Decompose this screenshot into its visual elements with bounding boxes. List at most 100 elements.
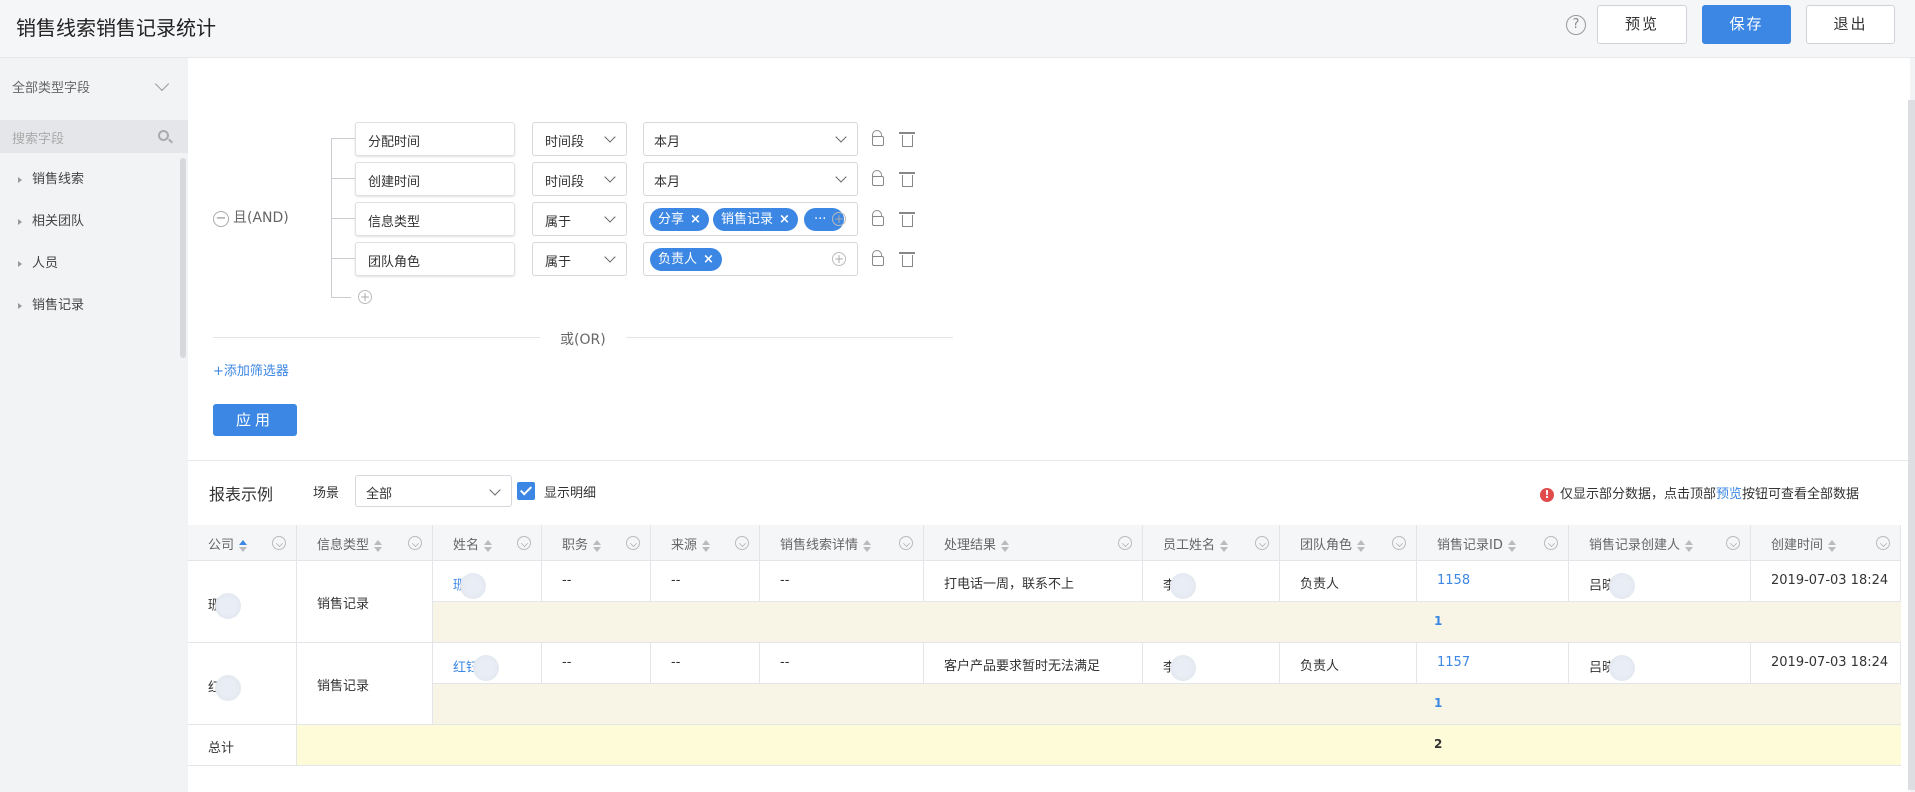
unlock-icon[interactable] xyxy=(872,250,884,266)
sort-icon[interactable] xyxy=(1220,539,1229,552)
col-header-role[interactable]: 团队角色 xyxy=(1280,525,1417,561)
sidebar-item-people[interactable]: 人员 xyxy=(18,252,58,271)
record-id-link[interactable]: 1158 xyxy=(1437,573,1470,588)
scene-select[interactable]: 全部 xyxy=(355,475,512,507)
subtotal-value[interactable]: 1 xyxy=(1434,614,1442,628)
col-header-record-id[interactable]: 销售记录ID xyxy=(1417,525,1569,561)
col-header-source[interactable]: 来源 xyxy=(651,525,760,561)
show-detail-checkbox[interactable] xyxy=(517,482,535,500)
cell-name[interactable]: 红钰 xyxy=(433,643,542,684)
column-menu-icon[interactable] xyxy=(1876,536,1890,550)
sort-icon[interactable] xyxy=(1357,539,1366,552)
sort-icon[interactable] xyxy=(1685,539,1694,552)
unlock-icon[interactable] xyxy=(872,210,884,226)
condition-value[interactable]: 本月 xyxy=(643,122,858,156)
trash-icon[interactable] xyxy=(899,252,915,267)
add-circle-icon[interactable]: + xyxy=(832,212,846,226)
help-icon[interactable]: ? xyxy=(1566,15,1586,35)
close-icon[interactable]: × xyxy=(779,212,790,227)
sort-icon[interactable] xyxy=(374,539,383,552)
condition-operator[interactable]: 属于 xyxy=(532,202,627,236)
notice-preview-link[interactable]: 预览 xyxy=(1716,487,1742,502)
sidebar-item-leads[interactable]: 销售线索 xyxy=(18,168,84,187)
apply-button[interactable]: 应用 xyxy=(213,404,297,436)
condition-operator[interactable]: 时间段 xyxy=(532,162,627,196)
sort-icon[interactable] xyxy=(1507,539,1516,552)
add-filter-link[interactable]: +添加筛选器 xyxy=(213,360,289,379)
sort-icon[interactable] xyxy=(863,539,872,552)
tag-chip[interactable]: 负责人 × xyxy=(650,248,722,271)
column-menu-icon[interactable] xyxy=(272,536,286,550)
condition-field[interactable]: 团队角色 xyxy=(355,242,515,276)
column-menu-icon[interactable] xyxy=(626,536,640,550)
close-icon[interactable]: × xyxy=(703,252,714,267)
column-menu-icon[interactable] xyxy=(1726,536,1740,550)
sort-icon[interactable] xyxy=(239,539,248,552)
exit-button[interactable]: 退出 xyxy=(1806,5,1895,44)
sort-icon[interactable] xyxy=(484,539,493,552)
condition-field[interactable]: 信息类型 xyxy=(355,202,515,236)
column-menu-icon[interactable] xyxy=(1544,536,1558,550)
subtotal-value[interactable]: 1 xyxy=(1434,696,1442,710)
sort-icon[interactable] xyxy=(702,539,711,552)
condition-operator[interactable]: 属于 xyxy=(532,242,627,276)
col-header-lead-detail[interactable]: 销售线索详情 xyxy=(760,525,924,561)
main-scrollbar[interactable] xyxy=(1908,100,1915,790)
sort-icon[interactable] xyxy=(593,539,602,552)
chevron-down-icon[interactable] xyxy=(154,76,170,92)
show-detail-label[interactable]: 显示明细 xyxy=(544,482,596,501)
caret-right-icon xyxy=(18,176,22,183)
trash-icon[interactable] xyxy=(899,172,915,187)
condition-value[interactable]: 本月 xyxy=(643,162,858,196)
condition-tags[interactable]: 分享 × 销售记录 × ··· + xyxy=(643,202,858,236)
save-button[interactable]: 保存 xyxy=(1702,5,1791,44)
column-menu-icon[interactable] xyxy=(735,536,749,550)
col-header-title[interactable]: 职务 xyxy=(542,525,651,561)
column-menu-icon[interactable] xyxy=(408,536,422,550)
or-label[interactable]: 或(OR) xyxy=(540,329,626,349)
col-header-info-type[interactable]: 信息类型 xyxy=(297,525,433,561)
add-circle-icon[interactable]: + xyxy=(832,252,846,266)
sort-icon[interactable] xyxy=(1828,539,1837,552)
condition-field[interactable]: 分配时间 xyxy=(355,122,515,156)
unlock-icon[interactable] xyxy=(872,170,884,186)
and-group-toggle[interactable]: − 且(AND) xyxy=(213,207,289,227)
value-text: 本月 xyxy=(654,175,681,190)
column-menu-icon[interactable] xyxy=(517,536,531,550)
sidebar-item-records[interactable]: 销售记录 xyxy=(18,294,84,313)
record-id-link[interactable]: 1157 xyxy=(1437,655,1470,670)
search-icon[interactable] xyxy=(158,130,169,141)
col-header-created[interactable]: 创建时间 xyxy=(1751,525,1901,561)
field-type-select[interactable]: 全部类型字段 xyxy=(12,77,90,96)
cell-name[interactable]: 珊 xyxy=(433,561,542,602)
chevron-down-icon xyxy=(835,171,847,183)
close-icon[interactable]: × xyxy=(690,212,701,227)
column-menu-icon[interactable] xyxy=(1392,536,1406,550)
sidebar-item-team[interactable]: 相关团队 xyxy=(18,210,84,229)
col-header-employee[interactable]: 员工姓名 xyxy=(1143,525,1280,561)
search-input[interactable]: 搜索字段 xyxy=(12,128,64,147)
preview-button[interactable]: 预览 xyxy=(1597,5,1687,44)
col-header-company[interactable]: 公司 xyxy=(188,525,297,561)
condition-field[interactable]: 创建时间 xyxy=(355,162,515,196)
trash-icon[interactable] xyxy=(899,132,915,147)
column-menu-icon[interactable] xyxy=(899,536,913,550)
trash-icon[interactable] xyxy=(899,212,915,227)
column-menu-icon[interactable] xyxy=(1255,536,1269,550)
sidebar-scrollbar[interactable] xyxy=(180,158,186,358)
column-menu-icon[interactable] xyxy=(1118,536,1132,550)
sort-icon[interactable] xyxy=(1001,539,1010,552)
add-condition-icon[interactable]: + xyxy=(358,290,372,304)
unlock-icon[interactable] xyxy=(872,130,884,146)
condition-tags[interactable]: 负责人 × + xyxy=(643,242,858,276)
tag-chip[interactable]: 分享 × xyxy=(650,208,709,231)
cell-record-id[interactable]: 1158 xyxy=(1417,561,1569,602)
condition-operator[interactable]: 时间段 xyxy=(532,122,627,156)
col-header-creator[interactable]: 销售记录创建人 xyxy=(1569,525,1751,561)
minus-circle-icon[interactable]: − xyxy=(213,211,229,227)
field-search[interactable]: 搜索字段 xyxy=(0,120,188,153)
col-header-name[interactable]: 姓名 xyxy=(433,525,542,561)
tag-chip[interactable]: 销售记录 × xyxy=(713,208,798,231)
col-header-result[interactable]: 处理结果 xyxy=(924,525,1143,561)
cell-record-id[interactable]: 1157 xyxy=(1417,643,1569,684)
